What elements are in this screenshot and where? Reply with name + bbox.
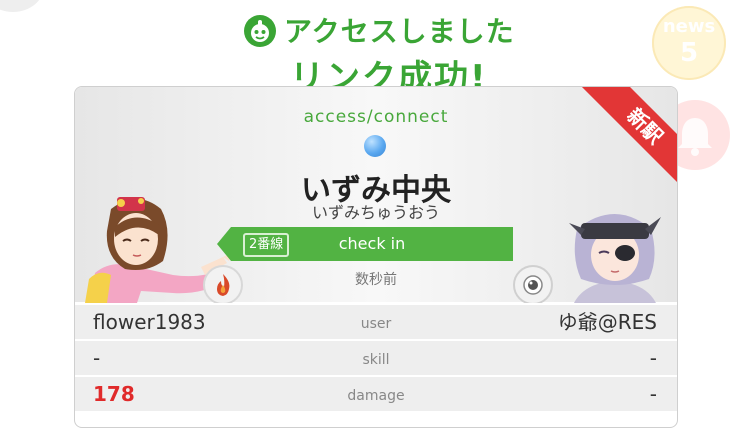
defender-name[interactable]: ゆ爺@RES — [558, 305, 657, 339]
news-count: 5 — [679, 38, 699, 68]
user-row: flower1983 user ゆ爺@RES — [75, 303, 677, 339]
eye-attribute-icon — [513, 265, 553, 305]
defender-damage: - — [649, 382, 657, 406]
app-logo-icon — [243, 14, 277, 48]
skill-label: skill — [362, 352, 390, 368]
corner-button[interactable] — [0, 0, 44, 12]
station-marker-icon — [364, 135, 386, 157]
skill-row: - skill - — [75, 339, 677, 375]
damage-label: damage — [347, 388, 405, 404]
access-heading: アクセスしました — [284, 15, 515, 48]
access-result-card: 新駅 access/connect いずみ中央 いずみちゅうおう check i… — [74, 86, 678, 428]
access-connect-label: access/connect — [303, 107, 449, 127]
defender-skill: - — [649, 346, 657, 370]
checkin-pointer — [217, 227, 231, 261]
checkin-time: 数秒前 — [355, 272, 397, 288]
platform-badge: 2番線 — [243, 233, 290, 257]
news-label: news — [662, 16, 716, 37]
damage-row: 178 damage - — [75, 375, 677, 411]
news-button[interactable]: news 5 — [652, 6, 726, 80]
